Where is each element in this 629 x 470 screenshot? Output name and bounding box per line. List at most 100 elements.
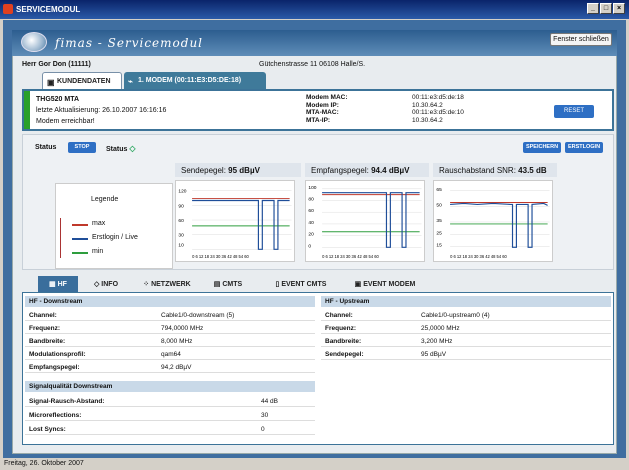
tab-label: EVENT CMTS (281, 281, 327, 288)
row-key: Channel: (325, 312, 353, 319)
row-key: Modulationsprofil: (29, 351, 86, 358)
tab-label: INFO (101, 281, 119, 288)
close-window-button[interactable]: × (613, 3, 625, 14)
field-label: MTA-MAC: (306, 109, 339, 116)
tab-label: HF (57, 281, 67, 288)
row-value: 0 (261, 426, 265, 433)
reset-button[interactable]: RESET (554, 105, 594, 118)
section-quality-title: Signalqualität Downstream (25, 381, 315, 392)
row-key: Bandbreite: (325, 338, 362, 345)
maximize-button[interactable]: □ (600, 3, 612, 14)
window-titlebar: SERVICEMODUL _ □ × (0, 0, 629, 19)
tab-cmts[interactable]: ▤ CMTS (204, 276, 252, 292)
window-controls: _ □ × (587, 3, 625, 14)
modem-state: Modem erreichbar! (36, 118, 95, 125)
chart-title-prefix: Empfangspegel: (311, 166, 369, 175)
row-key: Microreflections: (29, 412, 82, 419)
modem-panel: THG520 MTA letzte Aktualisierung: 26.10.… (22, 89, 614, 131)
stop-button[interactable]: STOP (68, 142, 96, 153)
minimize-button[interactable]: _ (587, 3, 599, 14)
legend-swatch (72, 224, 88, 226)
tab-label: CMTS (222, 281, 243, 288)
network-icon: ⁘ (143, 281, 150, 288)
status-toggle[interactable]: Status ◇ (106, 144, 136, 153)
hf-content: HF - Downstream Channel: Cable1/0-downstr… (22, 292, 614, 445)
tab-info[interactable]: ◇ INFO (82, 276, 130, 292)
info-icon: ◇ (93, 281, 100, 288)
chart-title-snr: Rauschabstand SNR: 43.5 dB (433, 163, 557, 177)
tab-modem[interactable]: ⌁ 1. MODEM (00:11:E3:D5:DE:18) (124, 72, 266, 89)
close-window-text-button[interactable]: Fenster schließen (550, 33, 612, 46)
tab-event-cmts[interactable]: ▯ EVENT CMTS (264, 276, 338, 292)
last-update: letzte Aktualisierung: 26.10.2007 16:16:… (36, 107, 167, 114)
table-row: Frequenz: 25,0000 MHz (321, 324, 611, 334)
section-upstream-title: HF - Upstream (321, 296, 611, 307)
y-tick: 0 (308, 243, 311, 249)
tab-modem-label: 1. MODEM (00:11:E3:D5:DE:18) (138, 77, 242, 84)
y-tick: 60 (178, 218, 184, 224)
row-key: Sendepegel: (325, 351, 364, 358)
row-key: Signal-Rausch-Abstand: (29, 398, 105, 405)
row-value: 44 dB (261, 398, 278, 405)
customer-name: Herr Gor Don (11111) (22, 61, 91, 68)
event-cmts-icon: ▯ (275, 281, 280, 288)
status-icon: ◇ (129, 144, 136, 153)
field-value: 10.30.64.2 (412, 101, 443, 109)
table-row: Channel: Cable1/0-upstream0 (4) (321, 311, 611, 321)
legend-label: max (92, 220, 106, 227)
row-key: Empfangspegel: (29, 364, 80, 371)
chart-receive-level: 100 80 60 40 20 0 0 6 12 18 24 30 36 42 … (305, 180, 425, 262)
status-toggle-label: Status (106, 146, 128, 153)
row-key: Bandbreite: (29, 338, 66, 345)
field-value: 00:11:e3:d5:de:18 (412, 94, 464, 101)
row-key: Frequenz: (29, 325, 61, 332)
row-value: 94,2 dBµV (161, 364, 192, 371)
first-login-button[interactable]: ERSTLOGIN (565, 142, 603, 153)
field-value: 00:11:e3:d5:de:10 (412, 109, 464, 116)
tab-event-modem[interactable]: ▣ EVENT MODEM (344, 276, 426, 292)
status-area: Status STOP Status ◇ SPEICHERN ERSTLOGIN… (22, 134, 614, 270)
field-label: Modem MAC: (306, 94, 348, 101)
table-row: Microreflections: 30 (25, 411, 315, 421)
y-tick: 25 (436, 231, 442, 237)
app-logo: fimas - Servicemodul (55, 36, 204, 50)
legend-label: min (92, 248, 104, 255)
legend-swatch (72, 252, 88, 254)
table-row: Bandbreite: 3,200 MHz (321, 337, 611, 347)
customer-address: Gütchenstrasse 11 06108 Halle/S. (259, 61, 366, 68)
row-key: Frequenz: (325, 325, 357, 332)
modem-field-labels: Modem MAC: Modem IP: MTA-MAC: MTA-IP: (306, 94, 348, 124)
legend-label: Erstlogin / Live (92, 234, 138, 241)
modem-info: THG520 MTA letzte Aktualisierung: 26.10.… (36, 94, 166, 127)
tab-network[interactable]: ⁘ NETZWERK (134, 276, 200, 292)
live-series (322, 192, 420, 248)
grid (192, 190, 292, 250)
y-tick: 120 (178, 189, 186, 195)
chart-title-value: 43.5 dB (518, 166, 547, 175)
table-row: Empfangspegel: 94,2 dBµV (25, 363, 315, 373)
row-key: Channel: (29, 312, 57, 319)
tab-customer-data[interactable]: ▣ KUNDENDATEN (42, 72, 122, 89)
tab-hf[interactable]: ▦ HF (38, 276, 78, 292)
y-tick: 15 (436, 242, 442, 248)
save-button[interactable]: SPEICHERN (523, 142, 561, 153)
table-row: Lost Syncs: 0 (25, 425, 315, 435)
chart-title-prefix: Rauschabstand SNR: (439, 166, 516, 175)
table-row: Sendepegel: 95 dBµV (321, 350, 611, 360)
status-indicator (24, 91, 30, 129)
row-value: 794,0000 MHz (161, 325, 204, 332)
table-row: Bandbreite: 8,000 MHz (25, 337, 315, 347)
event-modem-icon: ▣ (354, 281, 362, 288)
live-series (192, 199, 290, 250)
y-tick: 100 (308, 185, 316, 191)
detail-tabs: ▦ HF ◇ INFO ⁘ NETZWERK ▤ CMTS ▯ EVENT CM… (38, 276, 426, 292)
chart-title-send: Sendepegel: 95 dBµV (175, 163, 301, 177)
field-value: 10.30.64.2 (412, 116, 443, 124)
chart-title-receive: Empfangspegel: 94.4 dBµV (305, 163, 429, 177)
logo-bar: fimas - Servicemodul (12, 30, 617, 56)
y-tick: 10 (178, 242, 184, 248)
y-tick: 60 (308, 208, 314, 214)
row-value: 30 (261, 412, 269, 419)
row-key: Lost Syncs: (29, 426, 66, 433)
y-tick: 30 (178, 233, 184, 239)
